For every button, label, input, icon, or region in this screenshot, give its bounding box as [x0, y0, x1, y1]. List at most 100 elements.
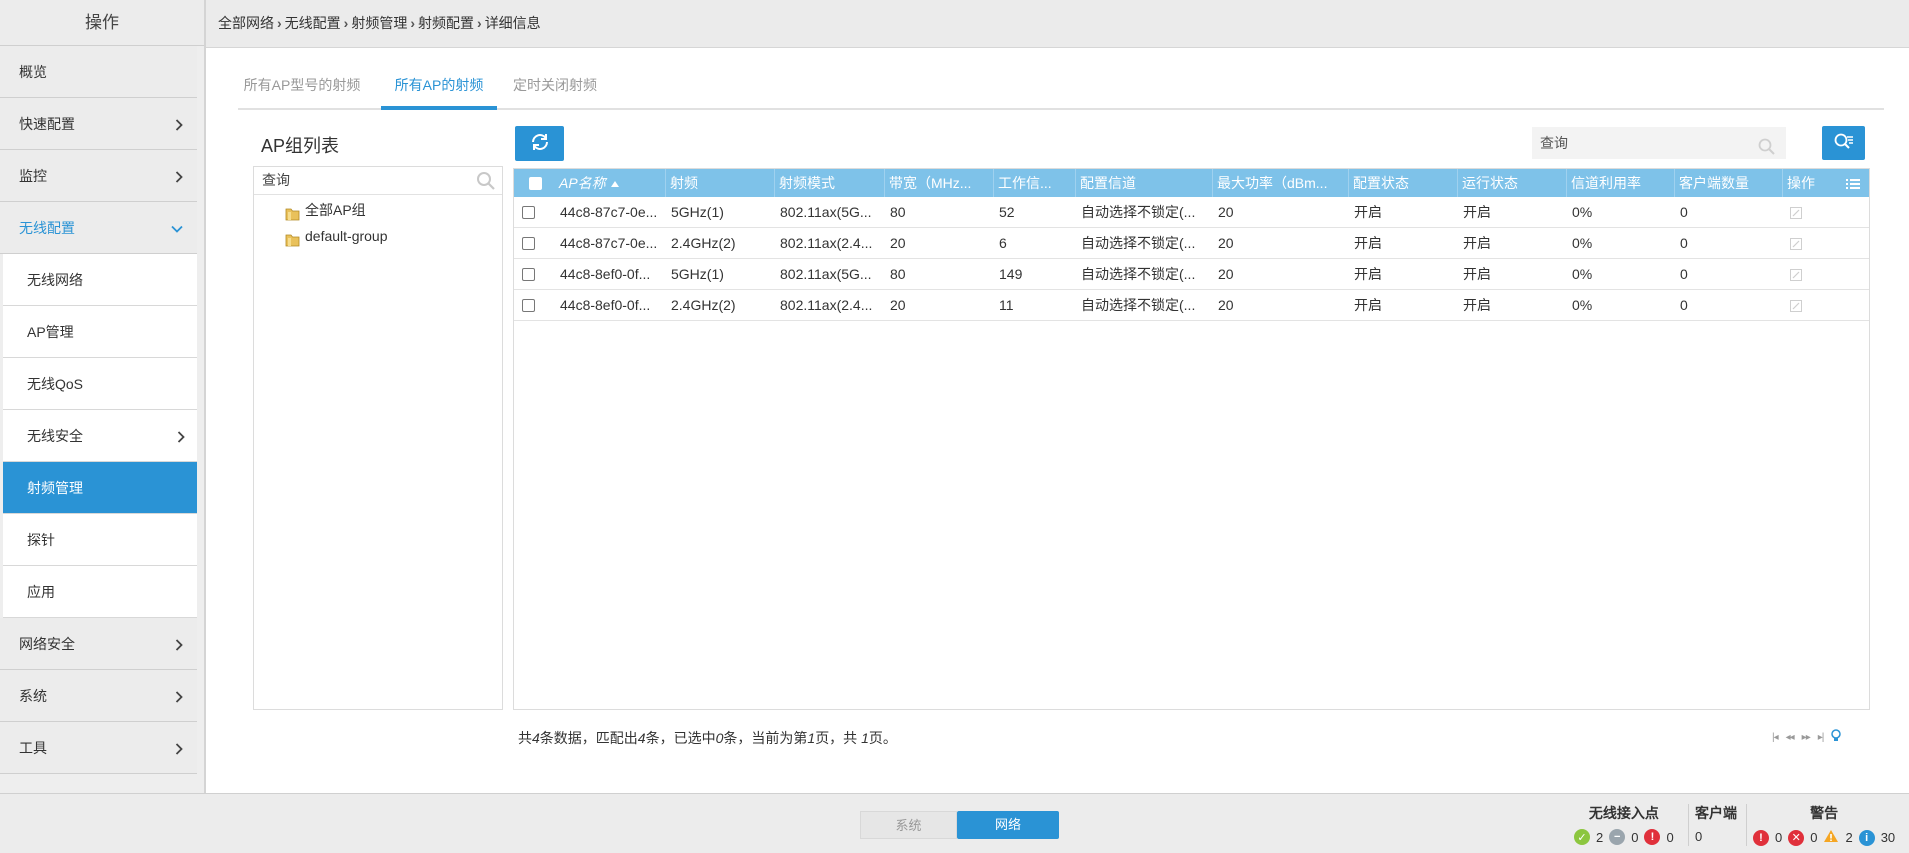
sidebar-item-monitor[interactable]: 监控 [0, 150, 197, 202]
chevron-right-icon: › [410, 15, 416, 31]
ap-online-count: 2 [1596, 829, 1604, 845]
tab-all-ap-model-radios[interactable]: 所有AP型号的射频 [238, 66, 366, 110]
table-search-placeholder: 查询 [1540, 135, 1568, 151]
table-search-input[interactable]: 查询 [1532, 127, 1786, 159]
tab-all-ap-radios[interactable]: 所有AP的射频 [381, 66, 497, 110]
ap-group-panel: 查询 全部AP组 default-group [253, 166, 503, 710]
column-header-max-power[interactable]: 最大功率（dBm... [1213, 169, 1349, 197]
sidebar-subitem-radio-management[interactable]: 射频管理 [3, 462, 197, 514]
cell-working-channel: 149 [999, 266, 1023, 282]
summary-text: 条，当前为第 [723, 730, 808, 746]
sidebar-item-tools[interactable]: 工具 [0, 722, 197, 774]
column-header-ap-name[interactable]: AP名称 [555, 169, 666, 197]
cell-channel-utilization: 0% [1572, 204, 1593, 220]
cell-radio: 2.4GHz(2) [671, 235, 736, 251]
column-settings-icon[interactable] [1846, 177, 1860, 193]
cell-bandwidth: 20 [890, 235, 906, 251]
breadcrumb-item[interactable]: 射频配置 [418, 15, 474, 31]
sidebar-subitem-wireless-qos[interactable]: 无线QoS [3, 358, 197, 410]
sidebar-item-wireless-config[interactable]: 无线配置 [0, 202, 197, 254]
sidebar-item-overview[interactable]: 概览 [0, 46, 197, 98]
prev-page-icon[interactable]: ◂◂ [1786, 732, 1795, 743]
view-toggle-system[interactable]: 系统 [860, 811, 957, 839]
edit-icon[interactable] [1790, 268, 1802, 284]
last-page-icon[interactable]: ▸| [1818, 732, 1825, 743]
tab-scheduled-radio-off[interactable]: 定时关闭射频 [510, 66, 600, 110]
column-header-radio[interactable]: 射频 [666, 169, 775, 197]
tips-bulb-icon[interactable] [1831, 729, 1842, 745]
column-header-client-count[interactable]: 客户端数量 [1675, 169, 1783, 197]
edit-icon[interactable] [1790, 206, 1802, 222]
cell-config-status: 开启 [1354, 204, 1382, 220]
sidebar-item-label: 系统 [19, 688, 47, 704]
next-page-icon[interactable]: ▸▸ [1802, 732, 1811, 743]
cell-client-count: 0 [1680, 204, 1688, 220]
table-summary: 共4条数据，匹配出4条，已选中0条，当前为第1页，共 1页。 [518, 728, 897, 748]
summary-text: 页，共 [815, 730, 862, 746]
sidebar-item-network-security[interactable]: 网络安全 [0, 618, 197, 670]
table-row[interactable]: 44c8-87c7-0e... 2.4GHz(2) 802.11ax(2.4... 2… [514, 228, 1869, 259]
client-status-group[interactable]: 客户端 0 [1695, 803, 1737, 844]
sidebar-subitem-application[interactable]: 应用 [3, 566, 197, 618]
divider [1688, 804, 1689, 846]
cell-ap-name: 44c8-87c7-0e... [560, 204, 658, 220]
search-icon[interactable] [476, 171, 496, 200]
column-header-working-channel[interactable]: 工作信... [994, 169, 1076, 197]
sidebar-item-system[interactable]: 系统 [0, 670, 197, 722]
search-icon[interactable] [1758, 135, 1776, 167]
column-header-config-status[interactable]: 配置状态 [1349, 169, 1458, 197]
edit-icon[interactable] [1790, 237, 1802, 253]
chevron-right-icon [175, 618, 183, 670]
major-alarm-icon: ✕ [1788, 829, 1805, 846]
cell-radio: 2.4GHz(2) [671, 297, 736, 313]
row-checkbox[interactable] [522, 206, 535, 219]
first-page-icon[interactable]: |◂ [1772, 732, 1779, 743]
column-header-bandwidth[interactable]: 带宽（MHz... [885, 169, 994, 197]
cell-ap-name: 44c8-87c7-0e... [560, 235, 658, 251]
cell-max-power: 20 [1218, 204, 1234, 220]
sidebar-subitem-wireless-security[interactable]: 无线安全 [3, 410, 197, 462]
cell-client-count: 0 [1680, 235, 1688, 251]
breadcrumb-item[interactable]: 无线配置 [285, 15, 341, 31]
chevron-right-icon: › [277, 15, 282, 31]
table-row[interactable]: 44c8-8ef0-0f... 2.4GHz(2) 802.11ax(2.4... 2… [514, 290, 1869, 321]
pager: |◂ ◂◂ ▸▸ ▸| [1772, 729, 1842, 745]
sidebar-item-quick-config[interactable]: 快速配置 [0, 98, 197, 150]
cell-client-count: 0 [1680, 266, 1688, 282]
column-header-run-status[interactable]: 运行状态 [1458, 169, 1567, 197]
summary-pages: 1 [861, 730, 869, 746]
alarm-status-group[interactable]: 警告 ! 0 ✕ 0 2 i 30 [1753, 803, 1895, 846]
breadcrumb-item[interactable]: 射频管理 [351, 15, 407, 31]
sidebar-subitem-label: AP管理 [27, 324, 74, 340]
column-header-channel-utilization[interactable]: 信道利用率 [1567, 169, 1675, 197]
sidebar-subitem-ap-management[interactable]: AP管理 [3, 306, 197, 358]
column-header-operation: 操作 [1787, 175, 1815, 191]
table-row[interactable]: 44c8-8ef0-0f... 5GHz(1) 802.11ax(5G... 80 14… [514, 259, 1869, 290]
ap-status-group[interactable]: 无线接入点 ✓ 2 −0 ! 0 [1574, 803, 1674, 845]
chevron-down-icon [171, 202, 183, 254]
chevron-right-icon [175, 150, 183, 202]
refresh-button[interactable] [515, 126, 564, 161]
ap-group-search-input[interactable]: 查询 [254, 167, 502, 195]
cell-run-status: 开启 [1463, 204, 1491, 220]
row-checkbox[interactable] [522, 299, 535, 312]
tree-item-all-ap-groups[interactable]: 全部AP组 [254, 197, 502, 223]
sidebar-subitem-probe[interactable]: 探针 [3, 514, 197, 566]
alarm-status-title: 警告 [1810, 805, 1839, 821]
row-checkbox[interactable] [522, 237, 535, 250]
breadcrumb-item[interactable]: 全部网络 [218, 15, 274, 31]
summary-matched: 4 [637, 730, 646, 746]
ap-group-list-title: AP组列表 [261, 136, 340, 156]
sidebar-item-label: 快速配置 [19, 116, 75, 132]
column-header-config-channel[interactable]: 配置信道 [1076, 169, 1213, 197]
view-toggle-network[interactable]: 网络 [957, 811, 1059, 839]
cell-radio-mode: 802.11ax(2.4... [780, 235, 873, 251]
edit-icon[interactable] [1790, 299, 1802, 315]
column-header-radio-mode[interactable]: 射频模式 [775, 169, 885, 197]
tree-item-default-group[interactable]: default-group [254, 223, 502, 249]
row-checkbox[interactable] [522, 268, 535, 281]
select-all-checkbox[interactable] [529, 177, 542, 190]
advanced-search-button[interactable] [1822, 126, 1865, 160]
sidebar-subitem-wireless-network[interactable]: 无线网络 [3, 254, 197, 306]
table-row[interactable]: 44c8-87c7-0e... 5GHz(1) 802.11ax(5G... 80 52… [514, 197, 1869, 228]
